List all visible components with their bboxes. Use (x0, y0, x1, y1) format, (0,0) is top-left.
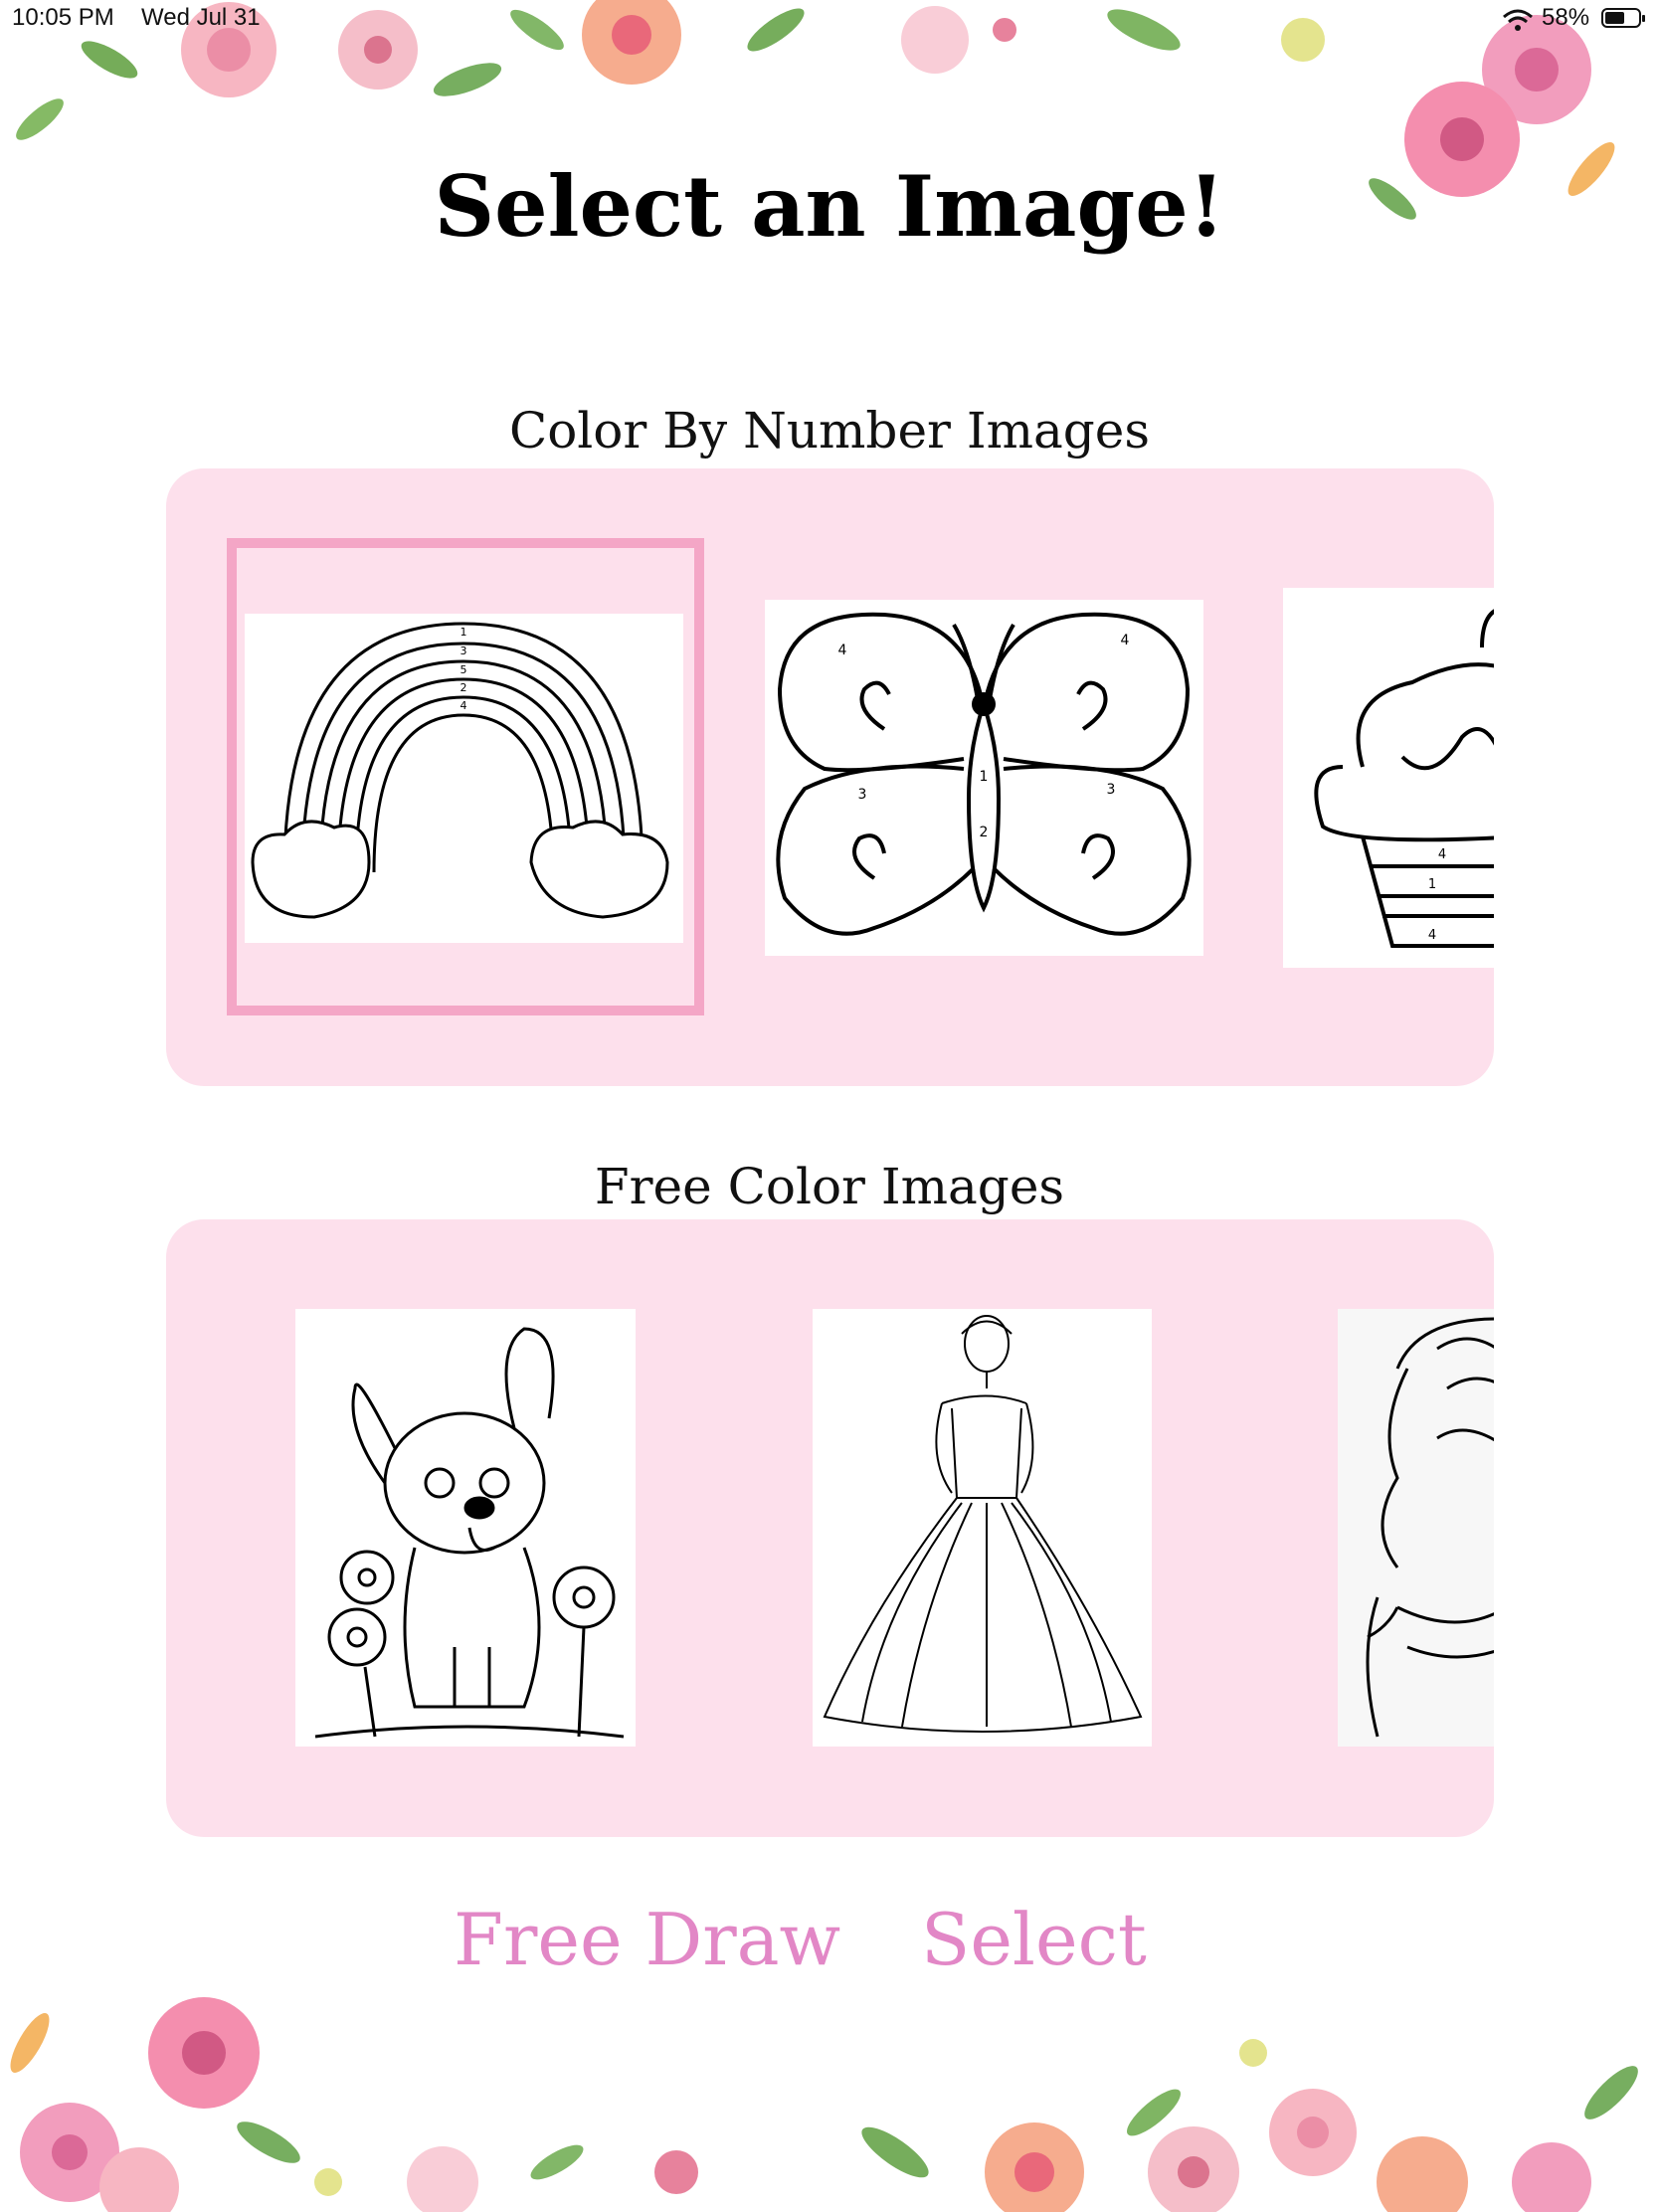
battery-icon (1601, 8, 1645, 28)
puppy-illustration (314, 1327, 625, 1739)
wifi-icon (1503, 9, 1533, 31)
free-draw-button[interactable]: Free Draw (454, 1898, 840, 1981)
puppy-card[interactable] (295, 1309, 636, 1747)
butterfly-illustration: 4 4 3 3 1 2 (776, 612, 1192, 936)
butterfly-label: 4 (838, 643, 847, 658)
bottom-floral-border (10, 1997, 1638, 2212)
princess-card[interactable] (813, 1309, 1152, 1747)
free-color-carousel[interactable] (166, 1219, 1494, 1837)
color-by-number-heading: Color By Number Images (508, 402, 1151, 460)
butterfly-card[interactable]: 4 4 3 3 1 2 (765, 600, 1203, 956)
cupcake-card[interactable]: 4 1 4 (1283, 588, 1494, 968)
cupcake-label: 4 (1438, 847, 1446, 862)
butterfly-label: 3 (858, 787, 867, 803)
rainbow-card[interactable]: 1 3 5 2 4 (245, 614, 683, 943)
status-date: Wed Jul 31 (141, 4, 261, 31)
butterfly-label: 1 (980, 769, 989, 785)
status-time: 10:05 PM (12, 4, 114, 31)
battery-percent: 58% (1542, 4, 1590, 31)
color-by-number-carousel[interactable]: 1 3 5 2 4 4 4 3 3 1 2 4 1 4 (166, 468, 1494, 1086)
girl-illustration (1366, 1317, 1494, 1738)
butterfly-label: 3 (1107, 782, 1116, 798)
girl-card[interactable] (1338, 1309, 1494, 1747)
free-color-heading: Free Color Images (594, 1158, 1065, 1215)
rainbow-label: 1 (461, 626, 467, 639)
page-title: Select an Image! (434, 157, 1225, 256)
butterfly-label: 2 (980, 825, 989, 840)
cupcake-label: 1 (1428, 877, 1436, 892)
select-button[interactable]: Select (921, 1898, 1147, 1981)
rainbow-label: 2 (461, 681, 467, 694)
princess-illustration (823, 1315, 1143, 1733)
cupcake-label: 4 (1428, 928, 1436, 943)
rainbow-label: 3 (461, 645, 467, 657)
rainbow-illustration: 1 3 5 2 4 (251, 622, 669, 919)
rainbow-label: 5 (461, 663, 467, 676)
cupcake-illustration: 4 1 4 (1314, 609, 1494, 948)
rainbow-label: 4 (461, 699, 467, 712)
butterfly-label: 4 (1121, 633, 1130, 648)
